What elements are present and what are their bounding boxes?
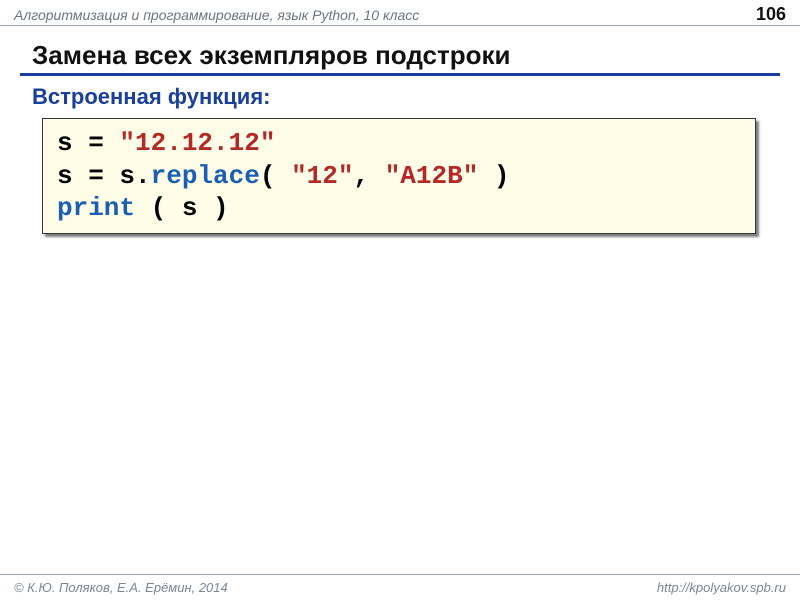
code-text: s = bbox=[57, 128, 119, 158]
slide-title: Замена всех экземпляров подстроки bbox=[20, 40, 780, 71]
footer-url: http://kpolyakov.spb.ru bbox=[657, 580, 786, 595]
code-string: "A12B" bbox=[385, 161, 479, 191]
code-text: ( bbox=[260, 161, 291, 191]
code-text: ) bbox=[478, 161, 509, 191]
code-text: , bbox=[353, 161, 384, 191]
code-string: "12.12.12" bbox=[119, 128, 275, 158]
code-func: replace bbox=[151, 161, 260, 191]
code-line-1: s = "12.12.12" bbox=[57, 127, 741, 160]
slide-footer: © К.Ю. Поляков, Е.А. Ерёмин, 2014 http:/… bbox=[0, 574, 800, 600]
copyright: © К.Ю. Поляков, Е.А. Ерёмин, 2014 bbox=[14, 580, 228, 595]
slide-header: Алгоритмизация и программирование, язык … bbox=[0, 0, 800, 26]
code-line-2: s = s.replace( "12", "A12B" ) bbox=[57, 160, 741, 193]
code-string: "12" bbox=[291, 161, 353, 191]
page-number: 106 bbox=[756, 4, 786, 25]
title-wrap: Замена всех экземпляров подстроки bbox=[20, 40, 780, 76]
code-line-3: print ( s ) bbox=[57, 192, 741, 225]
code-text: s = s. bbox=[57, 161, 151, 191]
code-text: ( s ) bbox=[135, 193, 229, 223]
code-keyword: print bbox=[57, 193, 135, 223]
course-title: Алгоритмизация и программирование, язык … bbox=[14, 7, 419, 23]
slide-subtitle: Встроенная функция: bbox=[32, 84, 780, 110]
code-block: s = "12.12.12" s = s.replace( "12", "A12… bbox=[42, 118, 756, 234]
